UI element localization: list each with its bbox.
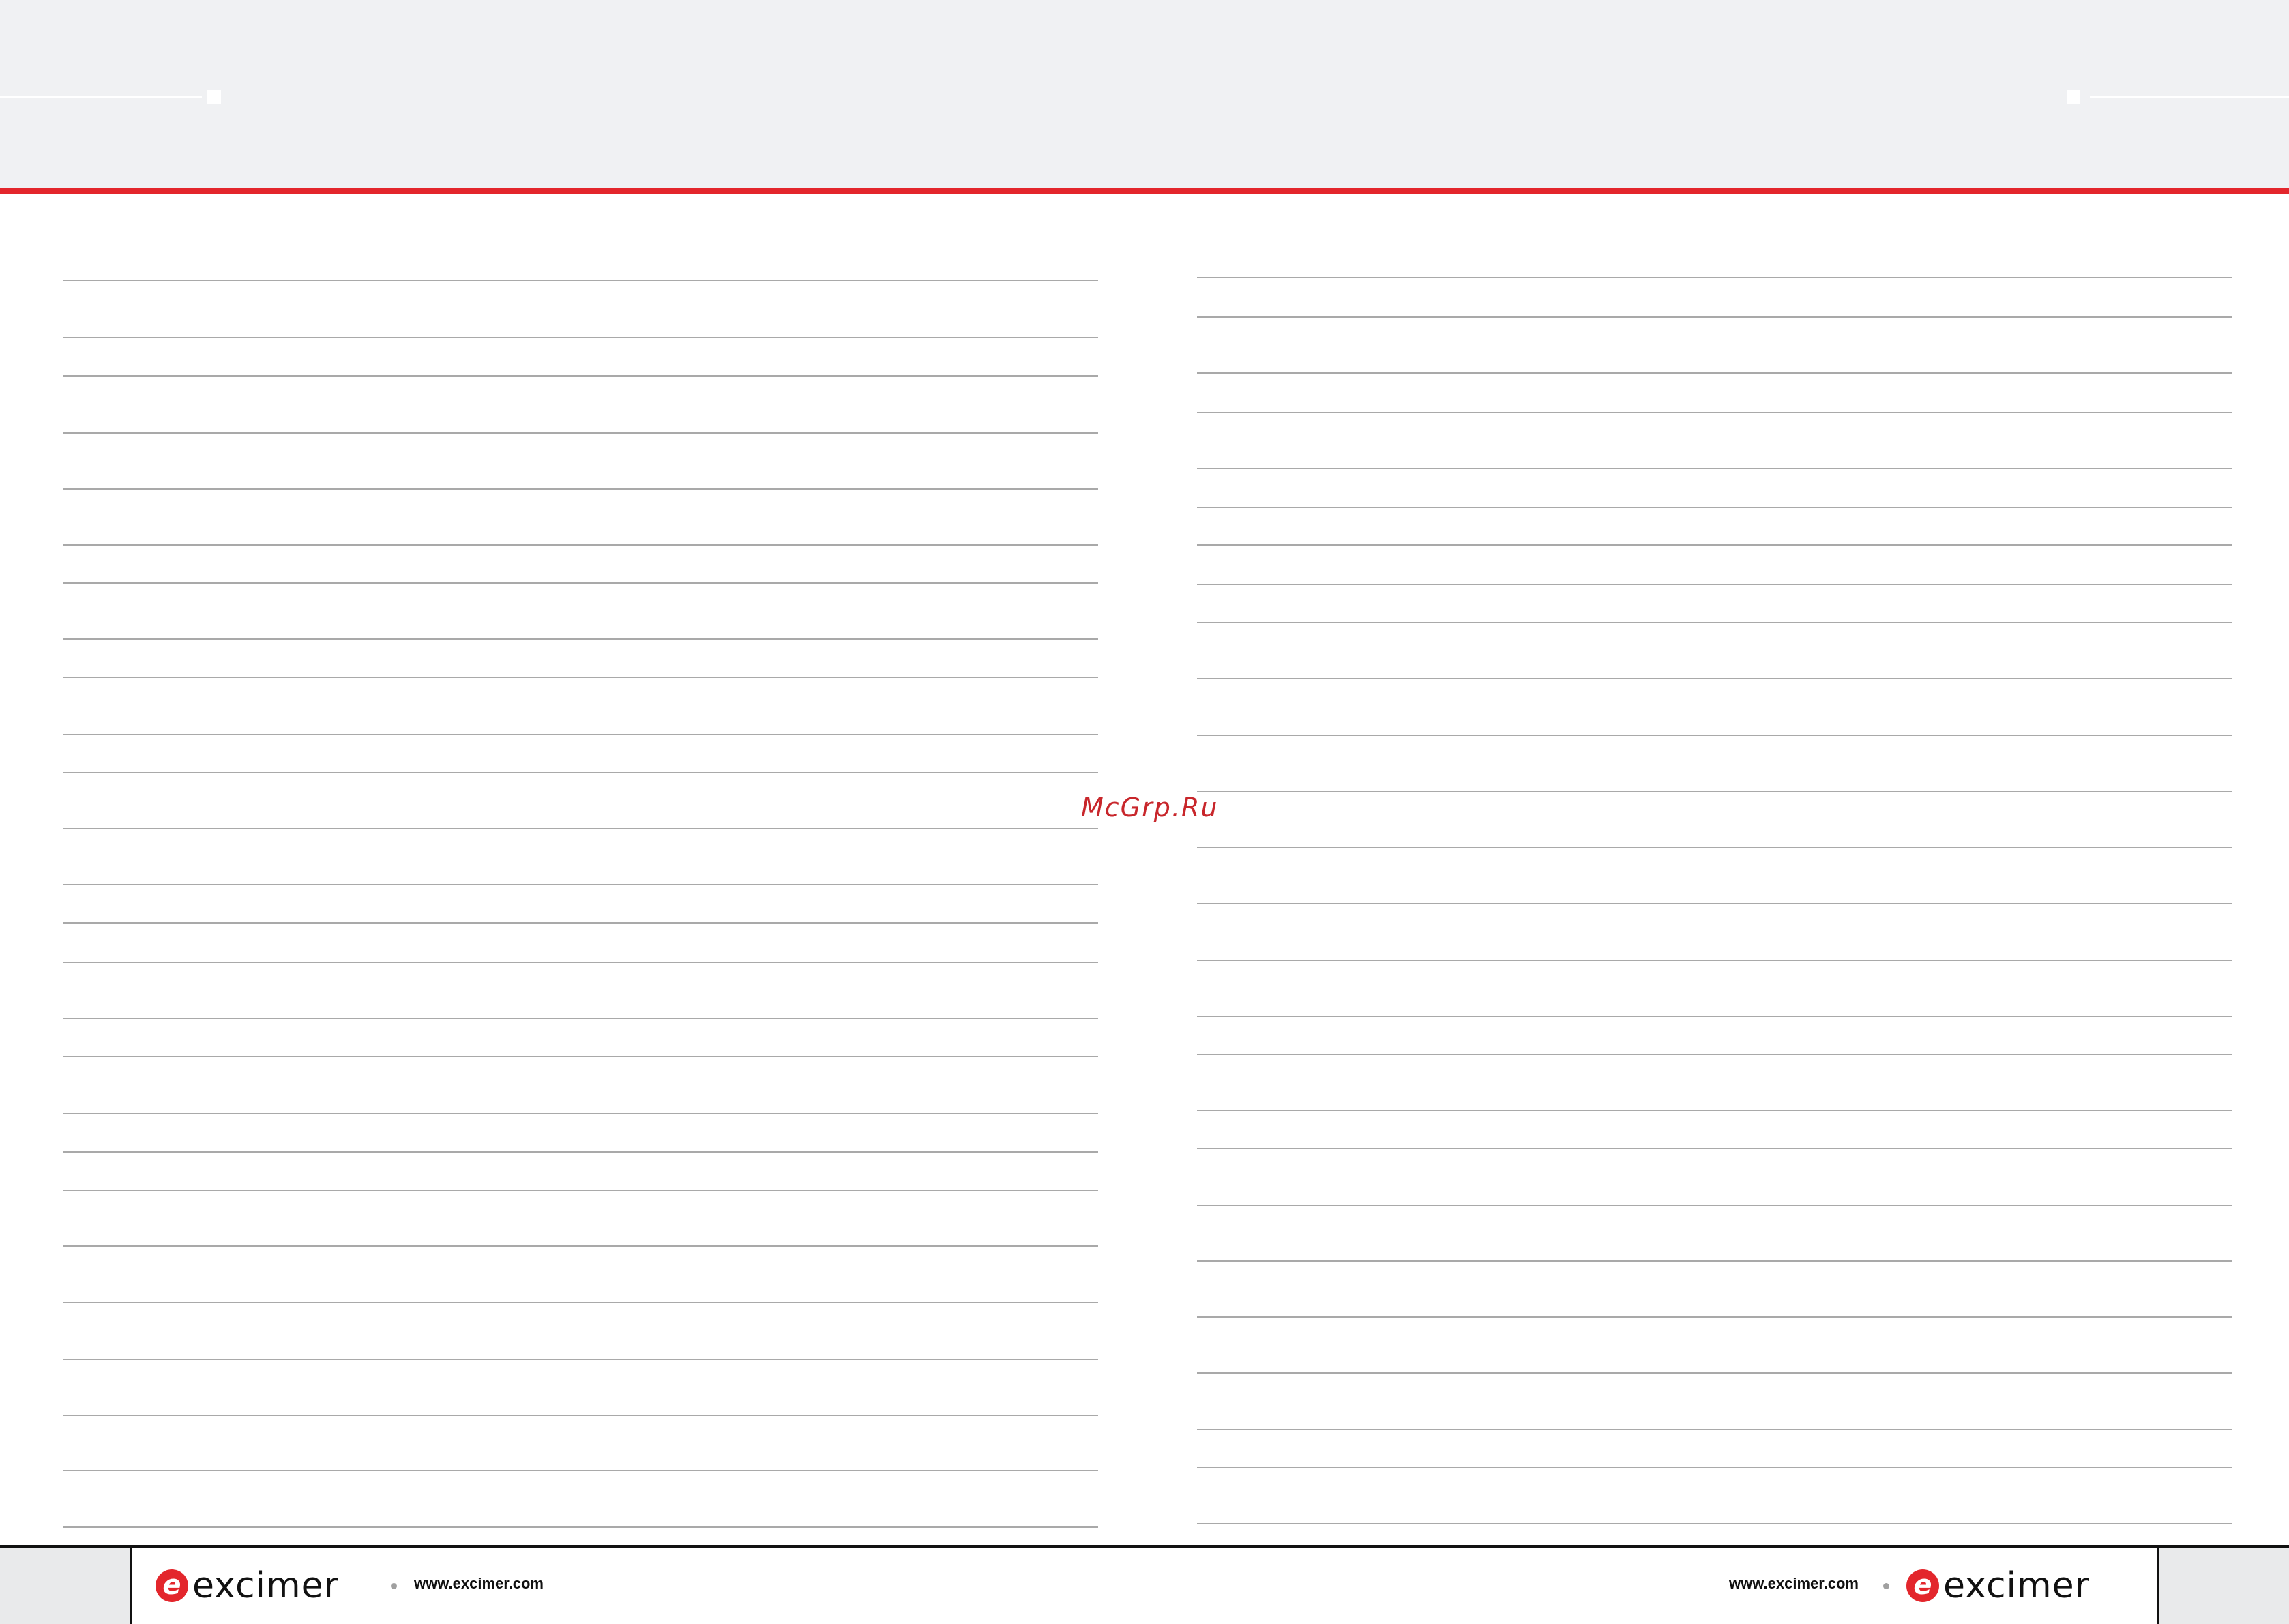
footer-separator-dot-left — [391, 1583, 397, 1589]
note-line — [1197, 372, 2232, 374]
excimer-logo-right: e excimer — [1906, 1567, 2090, 1605]
footer-tab-right — [2157, 1548, 2289, 1624]
note-line — [63, 544, 1098, 546]
note-line — [1197, 1205, 2232, 1206]
note-line — [1197, 1316, 2232, 1318]
note-line — [63, 1018, 1098, 1019]
watermark-text: McGrp.Ru — [1081, 793, 1219, 823]
note-line — [63, 828, 1098, 829]
note-line — [1197, 903, 2232, 904]
note-line — [63, 280, 1098, 281]
note-line — [63, 432, 1098, 434]
note-line — [63, 1526, 1098, 1528]
footer-url-left: www.excimer.com — [414, 1575, 544, 1592]
note-line — [63, 488, 1098, 490]
note-line — [1197, 960, 2232, 961]
note-line — [1197, 1110, 2232, 1111]
footer-url-right: www.excimer.com — [1729, 1575, 1859, 1592]
note-line — [1197, 1016, 2232, 1017]
note-line — [63, 884, 1098, 885]
note-line — [1197, 316, 2232, 318]
note-line — [1197, 412, 2232, 413]
note-line — [1197, 1523, 2232, 1524]
note-line — [1197, 847, 2232, 848]
excimer-logo-mark-icon: e — [1906, 1569, 1939, 1602]
note-line — [1197, 622, 2232, 623]
note-line — [1197, 468, 2232, 469]
note-line — [1197, 584, 2232, 585]
excimer-logo-word: excimer — [192, 1565, 339, 1606]
note-line — [1197, 1429, 2232, 1430]
note-line — [63, 962, 1098, 963]
note-line — [63, 677, 1098, 678]
notes-right-page — [1197, 0, 2232, 1624]
note-line — [1197, 678, 2232, 679]
note-line — [1197, 1148, 2232, 1149]
note-line — [1197, 791, 2232, 792]
note-line — [63, 1302, 1098, 1303]
note-line — [63, 772, 1098, 773]
note-line — [1197, 277, 2232, 278]
footer-separator-dot-right — [1883, 1583, 1889, 1589]
note-line — [63, 638, 1098, 640]
note-line — [63, 1056, 1098, 1057]
note-line — [1197, 1260, 2232, 1262]
note-line — [63, 1190, 1098, 1191]
excimer-logo-mark-icon: e — [156, 1569, 188, 1602]
note-line — [63, 1470, 1098, 1471]
note-line — [63, 582, 1098, 584]
excimer-logo-left: e excimer — [156, 1567, 339, 1605]
footer-tab-left — [0, 1548, 132, 1624]
note-line — [63, 1245, 1098, 1247]
note-line — [1197, 1467, 2232, 1468]
note-line — [1197, 1372, 2232, 1374]
note-line — [63, 1415, 1098, 1416]
note-line — [1197, 1054, 2232, 1055]
note-line — [63, 375, 1098, 377]
note-line — [63, 922, 1098, 924]
note-line — [63, 1113, 1098, 1114]
note-line — [1197, 507, 2232, 508]
note-line — [63, 337, 1098, 338]
notes-left-page — [63, 0, 1098, 1624]
note-line — [1197, 544, 2232, 546]
note-line — [1197, 735, 2232, 736]
page-footer: e excimer www.excimer.com www.excimer.co… — [0, 1545, 2289, 1624]
note-line — [63, 1359, 1098, 1360]
note-line — [63, 734, 1098, 735]
excimer-logo-word: excimer — [1943, 1565, 2090, 1606]
note-line — [63, 1151, 1098, 1153]
